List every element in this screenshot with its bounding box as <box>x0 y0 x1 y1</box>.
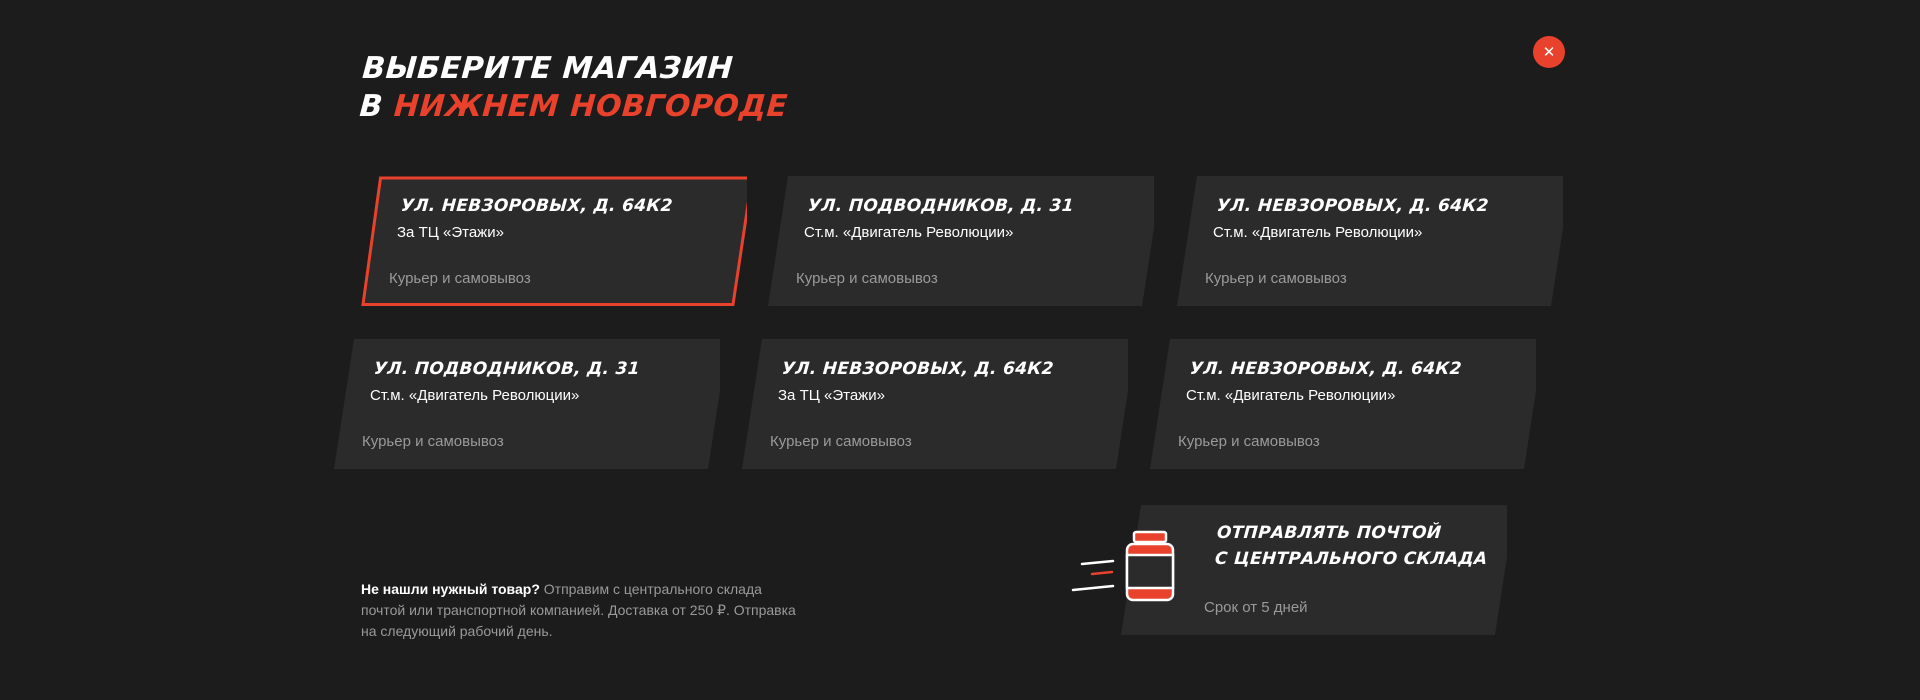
store-landmark: Ст.м. «Двигатель Революции» <box>804 224 1014 241</box>
store-address: УЛ. НЕВЗОРОВЫХ, Д. 64К2 <box>781 359 1055 379</box>
post-delivery-title-1: ОТПРАВЛЯТЬ ПОЧТОЙ <box>1216 523 1443 543</box>
shipping-note-question: Не нашли нужный товар? <box>361 581 540 597</box>
store-landmark: За ТЦ «Этажи» <box>778 387 885 404</box>
store-landmark: Ст.м. «Двигатель Революции» <box>370 387 580 404</box>
store-card[interactable]: УЛ. ПОДВОДНИКОВ, Д. 31 Ст.м. «Двигатель … <box>768 176 1154 306</box>
shipping-note: Не нашли нужный товар? Отправим с центра… <box>361 579 801 642</box>
store-delivery: Курьер и самовывоз <box>1178 433 1320 450</box>
store-card[interactable]: УЛ. НЕВЗОРОВЫХ, Д. 64К2 За ТЦ «Этажи» Ку… <box>361 176 747 306</box>
store-delivery: Курьер и самовывоз <box>389 270 531 287</box>
store-landmark: Ст.м. «Двигатель Революции» <box>1186 387 1396 404</box>
title-city: НИЖНЕМ НОВГОРОДЕ <box>392 89 789 124</box>
close-button[interactable]: ✕ <box>1533 36 1565 68</box>
title-prefix: В <box>358 89 385 124</box>
store-address: УЛ. НЕВЗОРОВЫХ, Д. 64К2 <box>1216 196 1490 216</box>
store-delivery: Курьер и самовывоз <box>770 433 912 450</box>
title-line-1: ВЫБЕРИТЕ МАГАЗИН <box>361 51 735 86</box>
store-card[interactable]: УЛ. ПОДВОДНИКОВ, Д. 31 Ст.м. «Двигатель … <box>334 339 720 469</box>
store-landmark: Ст.м. «Двигатель Революции» <box>1213 224 1423 241</box>
store-delivery: Курьер и самовывоз <box>1205 270 1347 287</box>
store-landmark: За ТЦ «Этажи» <box>397 224 504 241</box>
store-delivery: Курьер и самовывоз <box>362 433 504 450</box>
store-card[interactable]: УЛ. НЕВЗОРОВЫХ, Д. 64К2 За ТЦ «Этажи» Ку… <box>742 339 1128 469</box>
store-address: УЛ. ПОДВОДНИКОВ, Д. 31 <box>807 196 1075 216</box>
store-card[interactable]: УЛ. НЕВЗОРОВЫХ, Д. 64К2 Ст.м. «Двигатель… <box>1177 176 1563 306</box>
store-delivery: Курьер и самовывоз <box>796 270 938 287</box>
store-address: УЛ. ПОДВОДНИКОВ, Д. 31 <box>373 359 641 379</box>
jar-icon <box>1071 530 1175 602</box>
post-delivery-title-2: С ЦЕНТРАЛЬНОГО СКЛАДА <box>1214 549 1489 569</box>
store-picker-modal: ВЫБЕРИТЕ МАГАЗИН В НИЖНЕМ НОВГОРОДЕ ✕ УЛ… <box>0 0 1920 700</box>
store-card[interactable]: УЛ. НЕВЗОРОВЫХ, Д. 64К2 Ст.м. «Двигатель… <box>1150 339 1536 469</box>
modal-title: ВЫБЕРИТЕ МАГАЗИН В НИЖНЕМ НОВГОРОДЕ <box>358 50 791 126</box>
store-address: УЛ. НЕВЗОРОВЫХ, Д. 64К2 <box>1189 359 1463 379</box>
post-delivery-term: Срок от 5 дней <box>1204 599 1308 616</box>
store-address: УЛ. НЕВЗОРОВЫХ, Д. 64К2 <box>400 196 674 216</box>
